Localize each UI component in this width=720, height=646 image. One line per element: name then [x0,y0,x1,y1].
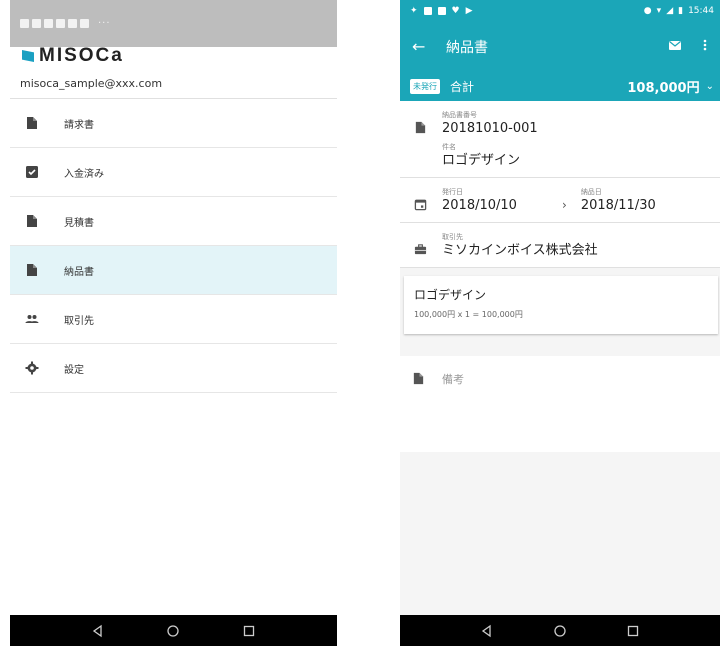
gallery-icon [423,7,432,15]
menu-item-label: 請求書 [64,119,94,131]
menu-item-paid[interactable]: 入金済み [10,148,337,197]
client-value: ミソカインボイス株式会社 [442,243,598,258]
app-bar: ← 納品書 [400,22,720,71]
page-title: 納品書 [446,39,488,56]
signal-icon: ◢ [666,6,674,16]
memo-row[interactable]: 備考 [400,356,720,452]
mail-icon [669,41,681,50]
recents-square-icon [628,625,639,636]
client-row[interactable]: 取引先 ミソカインボイス株式会社 [400,223,720,268]
home-circle-icon [167,624,180,637]
issue-date-value: 2018/10/10 [442,198,517,213]
line-items-section: ロゴデザイン 100,000円 x 1 = 100,000円 [400,268,720,344]
back-triangle-icon [92,624,102,637]
menu-item-settings[interactable]: 設定 [10,344,337,393]
menu-item-clients[interactable]: 取引先 [10,295,337,344]
logo-mark-icon [22,50,34,62]
status-bar: ✦ ♥ ▶ ● ▾ ◢ ▮ 15:44 [400,0,720,22]
home-nav-button[interactable] [552,623,568,639]
notification-icon [56,19,65,28]
system-nav-bar [400,615,720,646]
status-bar: ··· [10,0,337,47]
delivery-note-detail-screen: ✦ ♥ ▶ ● ▾ ◢ ▮ 15:44 ← 納品書 未発行 合計 108,000… [400,0,720,646]
line-item-card[interactable]: ロゴデザイン 100,000円 x 1 = 100,000円 [404,276,718,334]
status-badge: 未発行 [410,78,440,94]
memo-label: 備考 [442,373,464,386]
menu-item-label: 設定 [64,364,84,376]
detail-body: 納品書番号 20181010-001 件名 ロゴデザイン 発行日 2018/10… [400,101,720,268]
mail-button[interactable] [668,37,682,56]
battery-icon: ▮ [678,6,684,16]
checkbox-icon [24,164,40,180]
notification-icon [80,19,89,28]
issue-date-caption: 発行日 [442,188,463,196]
delivery-date-value: 2018/11/30 [580,198,656,213]
document-icon [412,370,428,386]
menu-item-label: 入金済み [64,168,104,180]
number-subject-row[interactable]: 納品書番号 20181010-001 件名 ロゴデザイン [400,101,720,178]
system-nav-bar [10,615,337,646]
logo-text: MISOCa [39,45,124,66]
recents-nav-button[interactable] [625,623,641,639]
recents-square-icon [243,625,255,636]
gear-icon [24,360,40,376]
document-icon [24,213,40,229]
menu-item-delivery-notes[interactable]: 納品書 [10,246,337,295]
notification-icon [44,19,53,28]
back-button[interactable]: ← [412,37,436,56]
calendar-icon [412,196,428,212]
total-value: 108,000円 [627,80,700,96]
document-icon [24,115,40,131]
number-caption: 納品書番号 [442,111,477,119]
document-icon [412,119,428,135]
menu-item-estimates[interactable]: 見積書 [10,197,337,246]
home-circle-icon [554,624,566,637]
briefcase-icon [412,241,428,257]
document-icon [24,262,40,278]
menu-item-label: 取引先 [64,315,94,327]
item-name: ロゴデザイン [414,288,487,302]
menu-item-label: 納品書 [64,266,94,278]
twitter-icon: ♥ [451,6,460,16]
chevron-down-icon[interactable]: ⌄ [706,81,714,92]
status-time: 15:44 [688,6,714,16]
item-detail: 100,000円 x 1 = 100,000円 [414,310,523,319]
overflow-menu-button[interactable] [698,37,712,56]
total-summary-bar[interactable]: 未発行 合計 108,000円 ⌄ [400,71,720,101]
menu-item-label: 見積書 [64,217,94,229]
number-value: 20181010-001 [442,121,538,136]
subject-caption: 件名 [442,143,456,151]
back-nav-button[interactable] [479,623,495,639]
more-vert-icon [703,39,707,51]
recents-nav-button[interactable] [241,623,257,639]
menu-item-invoices[interactable]: 請求書 [10,99,337,148]
chevron-right-icon: › [562,198,567,212]
wifi-icon: ▾ [656,6,662,16]
app-notification-icon [437,7,446,15]
more-notifications-icon: ··· [98,18,111,29]
play-icon: ▶ [465,6,473,16]
account-email: misoca_sample@xxx.com [10,69,337,99]
notification-icon [20,19,29,28]
client-caption: 取引先 [442,233,463,241]
dnd-icon: ● [643,6,652,16]
notification-icon [68,19,77,28]
people-icon [24,311,40,327]
app-logo: MISOCa [10,43,337,69]
total-label: 合計 [450,79,475,94]
notification-icon [32,19,41,28]
back-nav-button[interactable] [90,623,106,639]
navigation-drawer-screen: ··· MISOCa misoca_sample@xxx.com 請求書 入金済… [10,0,337,646]
dates-row[interactable]: 発行日 2018/10/10 › 納品日 2018/11/30 [400,178,720,223]
signal-app-icon: ✦ [410,6,418,16]
subject-value: ロゴデザイン [442,153,521,168]
back-triangle-icon [481,624,491,637]
home-nav-button[interactable] [165,623,181,639]
delivery-date-caption: 納品日 [580,188,602,196]
